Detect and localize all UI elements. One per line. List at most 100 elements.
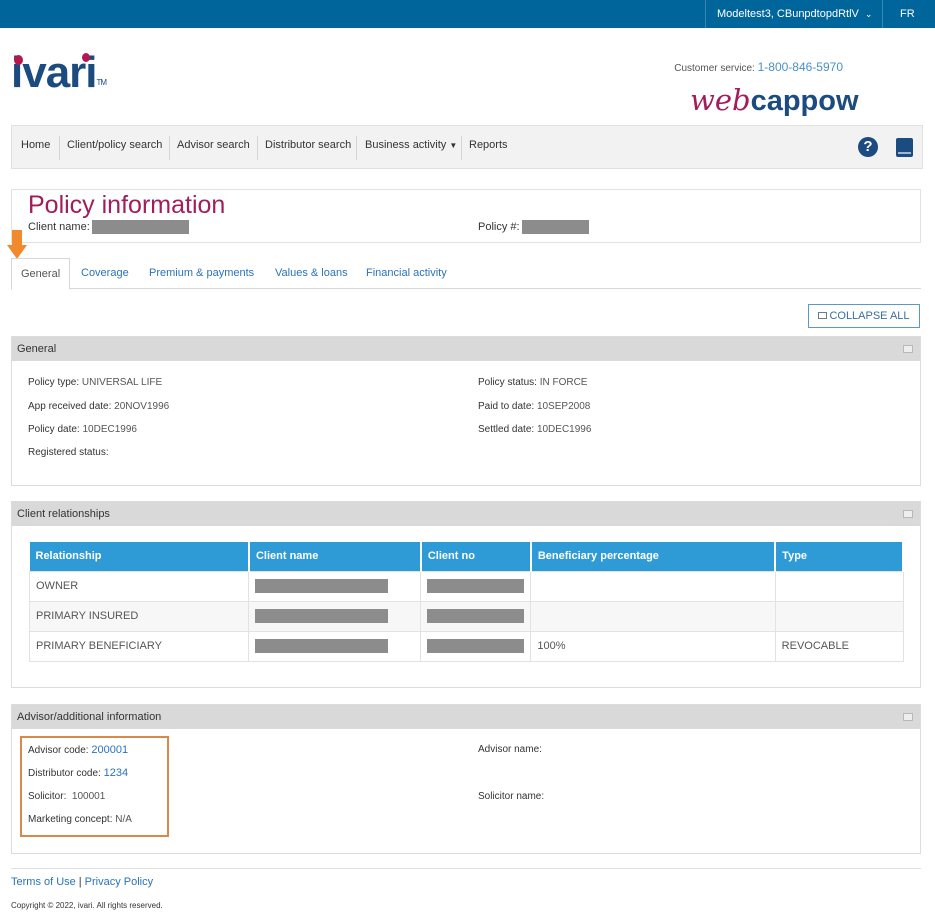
table-row: PRIMARY BENEFICIARY 100% REVOCABLE	[28, 630, 904, 662]
solicitor-name-label: Solicitor name:	[478, 791, 545, 802]
policy-status-value: IN FORCE	[539, 377, 588, 388]
chevron-down-icon: ⌄	[864, 9, 873, 19]
client-no-cell	[420, 630, 532, 662]
table-row: PRIMARY INSURED	[28, 600, 904, 632]
policy-header: Policy information Client name: Policy #…	[11, 189, 921, 243]
advisor-panel-header[interactable]: Advisor/additional information	[12, 705, 920, 729]
footer-divider	[11, 868, 921, 869]
general-panel: General Policy type: UNIVERSAL LIFE App …	[11, 336, 921, 486]
policy-type-label: Policy type:	[28, 377, 80, 388]
column-header[interactable]: Relationship	[29, 542, 250, 571]
redacted-value	[427, 639, 525, 653]
trademark: TM	[96, 78, 108, 87]
user-name: Modeltest3, CBunpdtopdRtlV	[717, 8, 859, 20]
main-nav: Home Client/policy search Advisor search…	[11, 125, 923, 169]
settled-date-field: Settled date: 10DEC1996	[478, 424, 591, 435]
tab-premium-payments[interactable]: Premium & payments	[149, 267, 254, 279]
tab-financial-activity[interactable]: Financial activity	[366, 267, 447, 279]
column-header[interactable]: Beneficiary percentage	[530, 542, 777, 571]
nav-advisor-search[interactable]: Advisor search	[177, 139, 250, 151]
terms-of-use-link[interactable]: Terms of Use	[11, 876, 76, 888]
page-title: Policy information	[28, 191, 226, 219]
redacted-value	[427, 579, 525, 593]
privacy-policy-link[interactable]: Privacy Policy	[85, 876, 153, 888]
nav-divider	[461, 136, 462, 160]
app-received-label: App received date:	[28, 401, 112, 412]
client-no-cell	[420, 600, 532, 632]
client-name-label: Client name:	[28, 221, 90, 233]
copyright: Copyright © 2022, ivari. All rights rese…	[11, 901, 163, 910]
client-relationships-table: Relationship Client name Client no Benef…	[28, 542, 904, 662]
nav-distributor-search[interactable]: Distributor search	[265, 139, 351, 151]
webcappow-web: web	[690, 83, 751, 117]
customer-service-label: Customer service:	[674, 63, 755, 74]
advisor-panel-title: Advisor/additional information	[17, 711, 162, 723]
nav-divider	[169, 136, 170, 160]
beneficiary-percentage-cell	[530, 600, 776, 632]
type-cell	[774, 570, 904, 602]
client-no-cell	[420, 570, 532, 602]
language-toggle[interactable]: FR	[900, 0, 915, 28]
policy-number-label: Policy #:	[478, 221, 520, 233]
tab-values-loans[interactable]: Values & loans	[275, 267, 348, 279]
client-name-cell	[248, 600, 422, 632]
column-header[interactable]: Client name	[248, 542, 422, 571]
advisor-name-field: Advisor name:	[478, 744, 542, 755]
column-header[interactable]: Type	[775, 542, 904, 571]
client-name-redacted	[92, 220, 189, 234]
nav-divider	[356, 136, 357, 160]
minimize-icon[interactable]	[903, 510, 913, 518]
registered-status-field: Registered status:	[28, 447, 109, 458]
tab-general[interactable]: General	[11, 258, 71, 290]
highlight-annotation	[20, 736, 169, 837]
beneficiary-percentage-cell	[530, 570, 776, 602]
footer-separator: |	[78, 876, 82, 888]
paid-to-label: Paid to date:	[478, 401, 535, 412]
column-header[interactable]: Client no	[420, 542, 532, 571]
collapse-all-button[interactable]: COLLAPSE ALL	[808, 304, 920, 328]
customer-service: Customer service: 1-800-846-5970	[674, 60, 843, 74]
app-received-field: App received date: 20NOV1996	[28, 401, 169, 412]
footer-links: Terms of Use | Privacy Policy	[11, 876, 153, 888]
manual-book-icon[interactable]	[896, 138, 913, 157]
general-panel-header[interactable]: General	[12, 337, 920, 361]
type-cell: REVOCABLE	[774, 630, 904, 662]
nav-reports[interactable]: Reports	[469, 139, 508, 151]
ivari-logo[interactable]: ivariTM	[11, 48, 108, 98]
webcappow-cap: cappow	[750, 85, 859, 117]
general-panel-title: General	[17, 343, 57, 355]
logo-dot	[82, 53, 90, 62]
minimize-icon[interactable]	[903, 345, 913, 353]
registered-status-label: Registered status:	[28, 447, 109, 458]
policy-status-label: Policy status:	[478, 377, 537, 388]
customer-service-phone[interactable]: 1-800-846-5970	[758, 60, 843, 74]
tab-coverage[interactable]: Coverage	[81, 267, 129, 279]
redacted-value	[427, 609, 525, 623]
policy-type-field: Policy type: UNIVERSAL LIFE	[28, 377, 162, 388]
policy-tabs: General Coverage Premium & payments Valu…	[11, 258, 921, 290]
client-name-cell	[248, 570, 422, 602]
nav-business-activity[interactable]: Business activity ▼	[365, 139, 457, 151]
user-menu[interactable]: Modeltest3, CBunpdtopdRtlV ⌄	[705, 0, 883, 28]
nav-business-activity-label: Business activity	[365, 139, 447, 151]
advisor-name-label: Advisor name:	[478, 744, 542, 755]
redacted-value	[255, 579, 389, 593]
policy-number-redacted	[522, 220, 589, 234]
nav-divider	[257, 136, 258, 160]
solicitor-name-field: Solicitor name:	[478, 791, 544, 802]
policy-type-value: UNIVERSAL LIFE	[81, 377, 163, 388]
arrow-head	[7, 245, 27, 259]
paid-to-field: Paid to date: 10SEP2008	[478, 401, 590, 412]
minimize-icon[interactable]	[903, 713, 913, 721]
settled-date-value: 10DEC1996	[536, 424, 592, 435]
nav-client-policy-search[interactable]: Client/policy search	[67, 139, 162, 151]
beneficiary-percentage-cell: 100%	[530, 630, 776, 662]
nav-home[interactable]: Home	[21, 139, 50, 151]
help-icon[interactable]: ?	[858, 137, 878, 157]
logo-dot	[14, 55, 23, 65]
app-received-value: 20NOV1996	[114, 401, 170, 412]
client-relationships-panel: Client relationships Relationship Client…	[11, 501, 921, 688]
nav-divider	[59, 136, 60, 160]
caret-down-icon: ▼	[449, 141, 458, 150]
client-relationships-header[interactable]: Client relationships	[12, 502, 920, 526]
